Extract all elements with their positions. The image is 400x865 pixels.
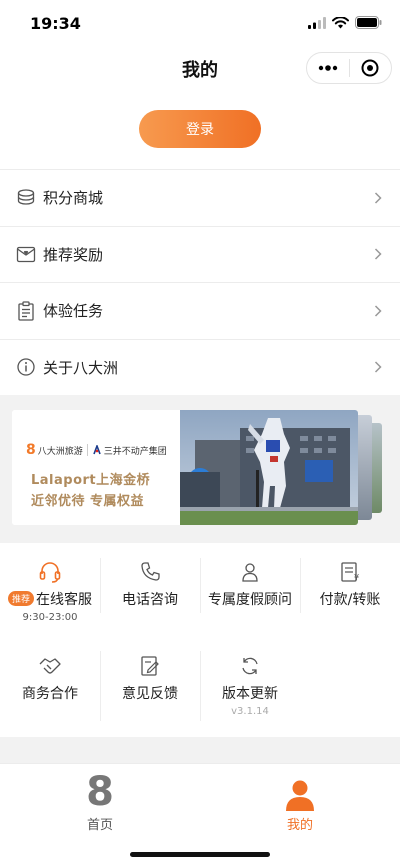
recommend-badge: 推荐 [7,591,34,606]
status-time: 19:34 [30,14,81,33]
service-phone-consult[interactable]: 电话咨询 [100,559,200,609]
more-dots-icon [318,65,337,71]
gift-envelope-icon [16,244,36,264]
nav-bar: 我的 [0,44,400,92]
services-grid: 推荐 在线客服 9:30-23:00 电话咨询 专属度假顾问 ¥ 付款/转账 商… [0,543,400,737]
service-label: 专属度假顾问 [208,592,292,608]
banner-next-slide-2 [372,423,382,513]
user-profile-icon [286,780,314,811]
menu-item-label: 关于八大洲 [43,358,119,377]
chevron-right-icon [374,192,382,204]
invoice-icon: ¥ [341,562,359,582]
service-hours: 9:30-23:00 [22,612,78,623]
banner-carousel: 8 八大洲旅游 三井不动产集团 Lalaport上海金桥 近邻优待 专属权益 [0,395,400,543]
mitsui-logo-icon [93,445,101,455]
menu-item-label: 积分商城 [43,189,104,208]
menu-item-label: 体验任务 [43,302,104,321]
menu-item-about[interactable]: 关于八大洲 [0,338,400,396]
status-icons [308,16,382,29]
service-label: 意见反馈 [122,686,178,702]
profile-header: 登录 [0,92,400,169]
service-feedback[interactable]: 意见反馈 [100,653,200,703]
chevron-right-icon [374,361,382,373]
tab-home[interactable]: 8 首页 [50,772,150,833]
banner-logos: 8 八大洲旅游 三井不动产集团 [26,442,167,458]
banner-subline: 近邻优待 专属权益 [31,494,145,509]
chevron-right-icon [374,248,382,260]
menu-item-referral-rewards[interactable]: 推荐奖励 [0,225,400,283]
service-version-update[interactable]: 版本更新 v3.1.14 [200,653,300,717]
service-vacation-advisor[interactable]: 专属度假顾问 [200,559,300,609]
battery-icon [355,16,382,29]
menu-item-label: 推荐奖励 [43,245,104,264]
service-business[interactable]: 商务合作 [0,653,100,703]
status-bar: 19:34 [0,0,400,44]
banner-headline: Lalaport上海金桥 [31,473,151,488]
service-payment[interactable]: ¥ 付款/转账 [300,559,400,609]
feedback-edit-icon [141,656,159,676]
chevron-right-icon [374,305,382,317]
coins-stack-icon [16,188,36,208]
tab-label: 我的 [286,818,313,833]
clipboard-task-icon [16,301,36,321]
menu-item-experience-tasks[interactable]: 体验任务 [0,282,400,339]
service-label: 版本更新 [222,686,278,702]
phone-icon [141,562,160,581]
service-label: 在线客服 [36,592,92,608]
home-logo-icon: 8 [86,769,114,815]
bdz-logo-icon: 8 [26,442,36,458]
mini-program-capsule [306,52,392,84]
tab-bar: 8 首页 我的 [0,763,400,865]
svg-text:¥: ¥ [354,573,359,582]
logo-divider [86,444,88,456]
service-online-support[interactable]: 推荐 在线客服 9:30-23:00 [0,559,100,623]
wifi-icon [332,16,349,28]
target-circle-icon [361,59,379,77]
banner-photo [180,410,358,525]
service-label: 付款/转账 [319,592,381,608]
close-miniprogram-button[interactable] [350,53,392,83]
signal-icon [308,16,326,29]
service-label: 商务合作 [22,686,78,702]
headset-icon [39,562,61,583]
refresh-icon [242,657,258,675]
tab-mine[interactable]: 我的 [250,772,350,833]
banner-next-slide [358,415,372,520]
login-button[interactable]: 登录 [139,110,261,148]
banner-brand2: 三井不动产集团 [103,446,167,457]
service-label: 电话咨询 [122,592,178,608]
banner-text-panel: 8 八大洲旅游 三井不动产集团 Lalaport上海金桥 近邻优待 专属权益 [12,410,180,525]
menu-list: 积分商城 推荐奖励 体验任务 关于八大洲 [0,169,400,395]
promo-banner[interactable]: 8 八大洲旅游 三井不动产集团 Lalaport上海金桥 近邻优待 专属权益 [12,410,358,525]
person-icon [242,563,258,582]
handshake-icon [39,658,61,674]
home-indicator [130,852,270,857]
more-button[interactable] [307,53,349,83]
tab-label: 首页 [86,818,113,833]
info-icon [16,357,36,377]
menu-item-points-mall[interactable]: 积分商城 [0,169,400,226]
version-number: v3.1.14 [231,706,269,717]
banner-brand1: 八大洲旅游 [37,446,83,457]
